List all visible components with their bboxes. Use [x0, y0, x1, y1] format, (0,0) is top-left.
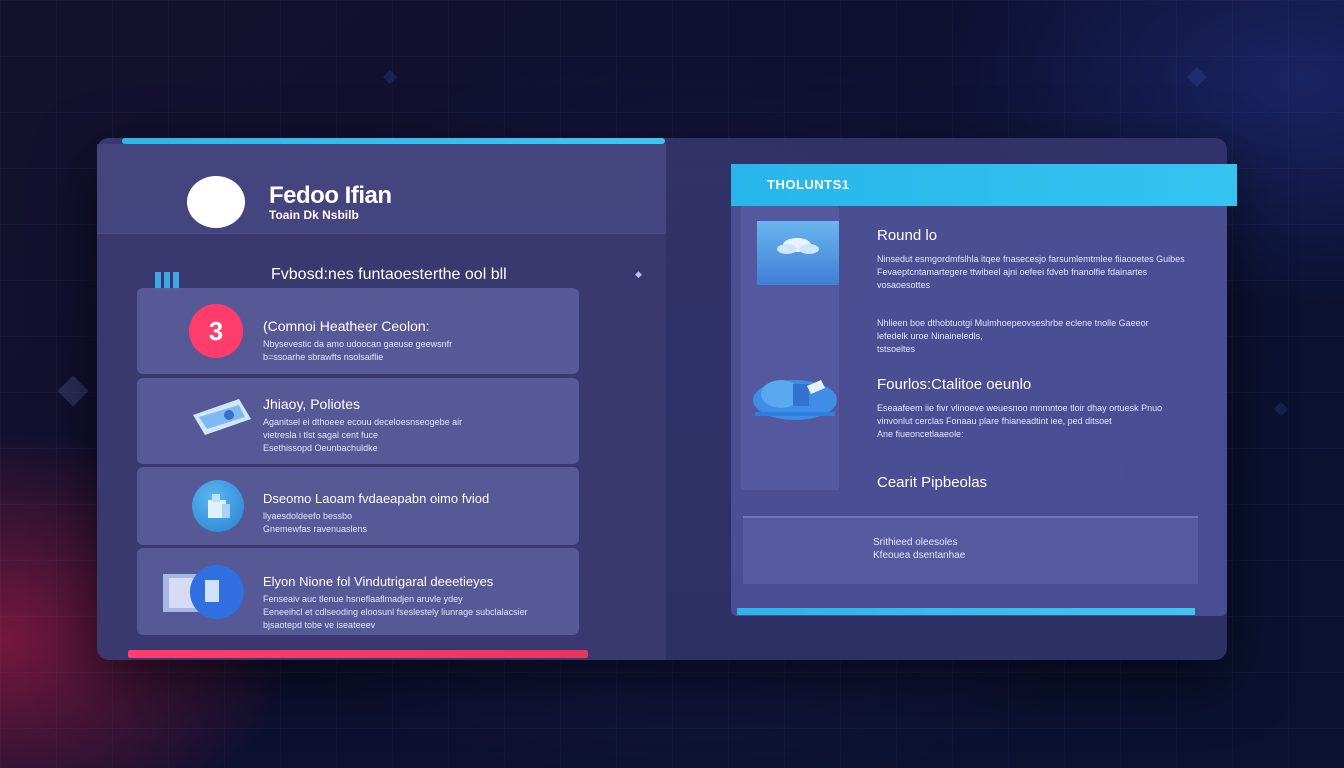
card-description-line: Fenseaiv auc tlenue hsneflaaflmadjen aru…	[263, 594, 463, 604]
card-description-line: Eeneeihcl et cdlseoding eloosunl fsesles…	[263, 607, 528, 617]
card-description-line: vietresla i tlst sagal cent fuce	[263, 430, 379, 440]
card-description-line: Gnemewfas ravenuaslens	[263, 524, 368, 534]
badge-value: 3	[208, 315, 224, 346]
right-panel: THOLUNTS1 Round lo Ninsedut esmgordmfslh…	[731, 164, 1237, 616]
avatar[interactable]	[187, 176, 245, 228]
card-description-line: llyaesdoldeefo bessbo	[263, 511, 353, 521]
card-description-line: Esethissopd Oeunbachuldke	[263, 443, 378, 453]
block-line: vosaoesottes	[877, 280, 931, 290]
block-title: Round lo	[877, 227, 938, 244]
right-panel-header-label: THOLUNTS1	[767, 177, 850, 192]
block-line: Ane fiueoncetlaaeole:	[877, 429, 964, 439]
left-panel: Fedoo Ifian Toain Dk Nsbilb Fvbosd:nes f…	[97, 138, 666, 660]
number-badge-icon: 3	[189, 304, 243, 358]
background-diamond	[1273, 401, 1289, 417]
card-description-line: Aganitsel ei dthoeee ecouu deceloesnseog…	[263, 417, 463, 427]
list-item-card[interactable]: 3 (Comnoi Heatheer Ceolon: Nbysevestic d…	[137, 288, 579, 374]
block-title[interactable]: Cearit Pipbeolas	[877, 474, 987, 491]
card-title: Dseomo Laoam fvdaeapabn oimo fviod	[263, 491, 490, 506]
section-title: Fvbosd:nes funtaoesterthe ool bll	[271, 266, 507, 283]
folder-globe-icon	[161, 564, 247, 620]
cloud-thumbnail-icon	[757, 221, 839, 285]
summary-line: Srithieed oleesoles	[873, 537, 958, 548]
app-header: Fedoo Ifian Toain Dk Nsbilb	[97, 144, 666, 234]
background-diamond	[1187, 67, 1207, 87]
summary-box: Srithieed oleesoles Kfeouea dsentanhae	[743, 516, 1198, 584]
list-item-card[interactable]: Dseomo Laoam fvdaeapabn oimo fviod llyae…	[137, 467, 579, 545]
card-title: Elyon Nione fol Vindutrigaral deeetieyes	[263, 574, 494, 589]
block-line: Eseaafeem iie fivr vlinoeve weuesnoo mnm…	[877, 403, 1163, 413]
ticket-icon	[189, 393, 255, 449]
block-line: Ninsedut esmgordmfslhla itqee fnasecesjo…	[877, 254, 1185, 264]
top-accent-bar	[122, 138, 665, 144]
right-accent-bar	[737, 608, 1195, 615]
summary-line: Kfeouea dsentanhae	[873, 550, 966, 561]
main-window: Fedoo Ifian Toain Dk Nsbilb Fvbosd:nes f…	[97, 138, 1237, 660]
block-title: Fourlos:Ctalitoe oeunlo	[877, 376, 1032, 393]
app-subtitle: Toain Dk Nsbilb	[269, 208, 359, 222]
card-title: Jhiaoy, Poliotes	[263, 396, 361, 412]
card-title: (Comnoi Heatheer Ceolon:	[263, 318, 430, 334]
block-line: tstsoeltes	[877, 344, 916, 354]
cloud-icon	[749, 372, 841, 422]
card-description-line: b=ssoarhe sbrawfts nsolsaiflie	[263, 352, 384, 362]
list-item-card[interactable]: Jhiaoy, Poliotes Aganitsel ei dthoeee ec…	[137, 378, 579, 464]
app-title: Fedoo Ifian	[269, 182, 392, 209]
card-description-line: bjsaotepd tobe ve iseateeev	[263, 620, 376, 630]
background-diamond	[57, 375, 89, 407]
background-diamond	[382, 69, 398, 85]
block-line: Nhlieen boe dthobtuotgi Mulmhoepeovseshr…	[877, 318, 1149, 328]
block-line: Fevaeptcntamartegere ttwibeel ajni oefee…	[877, 267, 1148, 277]
block-line: vinvonlut cerclas Fonaau plare fhianeadt…	[877, 416, 1112, 426]
section-more-icon[interactable]: ◆	[635, 269, 642, 280]
list-item-card[interactable]: Elyon Nione fol Vindutrigaral deeetieyes…	[137, 548, 579, 635]
left-accent-bar	[128, 650, 588, 658]
shield-globe-icon	[192, 480, 244, 532]
block-line: lefedelk uroe Ninaineledls,	[877, 331, 983, 341]
right-panel-header: THOLUNTS1	[731, 164, 1237, 206]
card-description-line: Nbysevestic da amo udoocan gaeuse geewsn…	[263, 339, 453, 349]
